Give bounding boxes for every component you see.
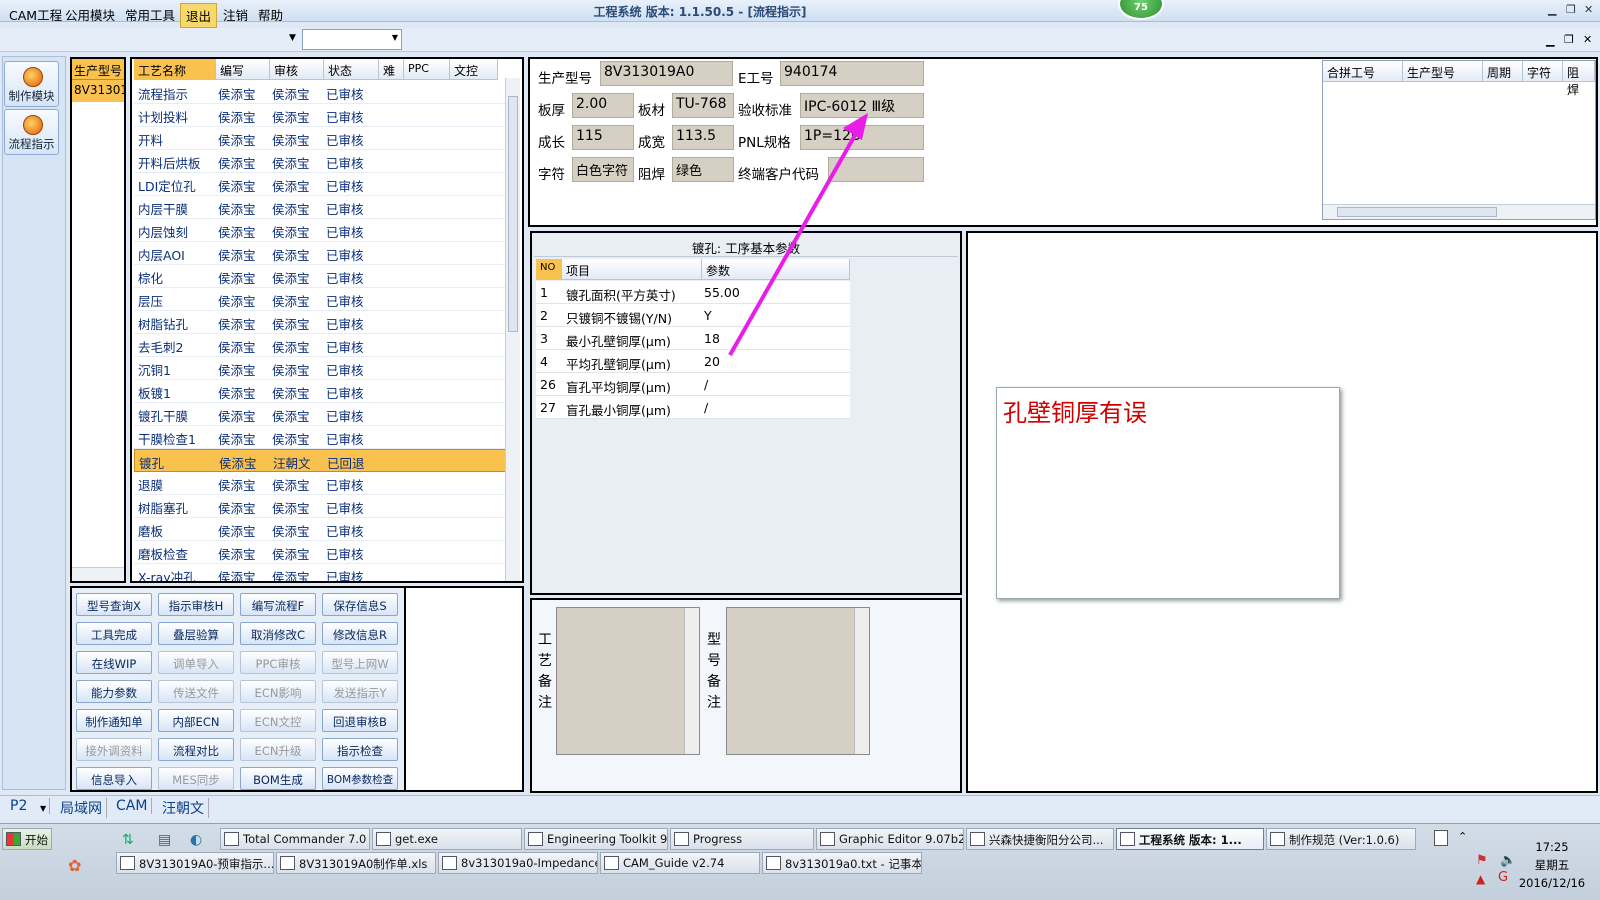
annotation-arrow: [728, 113, 868, 356]
arrow-line: [728, 129, 860, 356]
